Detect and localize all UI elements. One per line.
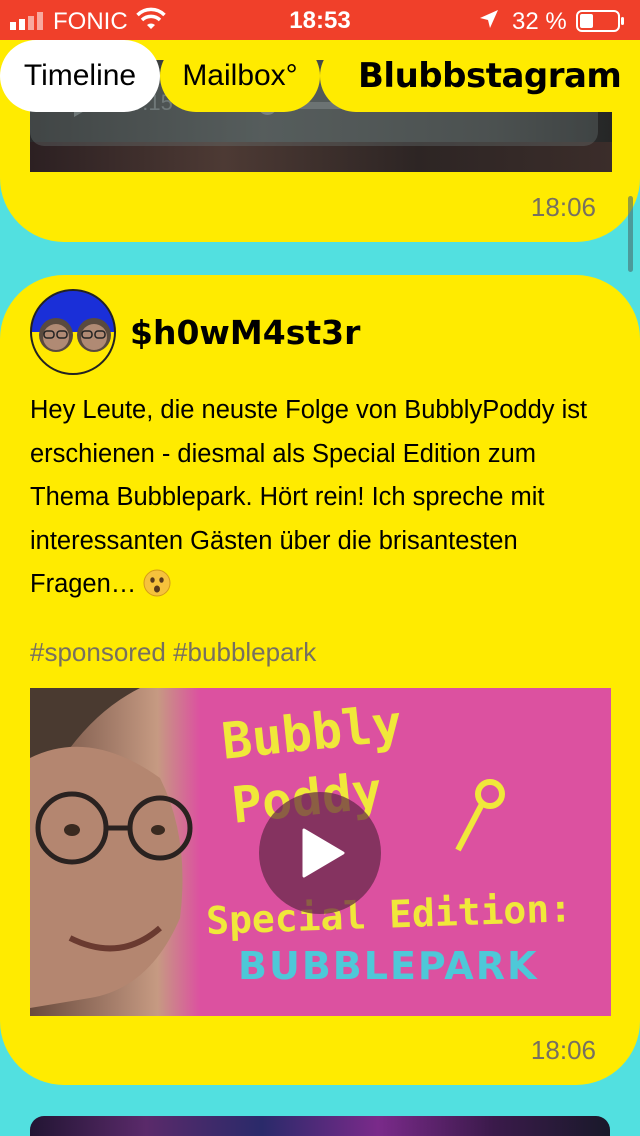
battery-percent: 32 % [512, 8, 567, 35]
video-highlight: BUBBLEPARK [238, 944, 539, 988]
battery-icon [576, 10, 624, 32]
tab-mailbox[interactable]: Mailbox° [160, 40, 320, 112]
post-timestamp: 18:06 [530, 1035, 596, 1065]
post-hashtags[interactable]: #sponsored #bubblepark [30, 637, 316, 668]
status-bar: FONIC 18:53 32 % [0, 0, 640, 40]
avatar-faces-icon [39, 318, 111, 352]
tab-timeline[interactable]: Timeline [0, 40, 160, 112]
post-text: Hey Leute, die neuste Folge von BubblyPo… [30, 396, 588, 598]
person-face-icon [30, 688, 193, 1008]
scroll-indicator [628, 196, 633, 272]
next-post-preview [30, 1116, 610, 1136]
location-arrow-icon [480, 10, 498, 28]
avatar[interactable] [30, 289, 116, 375]
video-play-button[interactable] [259, 792, 381, 914]
author-name[interactable]: $h0wM4st3r [130, 313, 360, 352]
top-nav: Timeline Mailbox° Blubbstagram [0, 40, 640, 112]
bubble-wand-icon [455, 779, 505, 852]
post-timestamp: 18:06 [530, 192, 596, 222]
astonished-face-icon [143, 569, 171, 597]
post-video[interactable]: Bubbly Poddy Special Edition: BUBBLEPARK [30, 688, 611, 1016]
post-card: $h0wM4st3r Hey Leute, die neuste Folge v… [0, 275, 640, 1085]
play-icon [302, 828, 345, 878]
video-subtitle: Special Edition: [205, 886, 573, 943]
video-thumbnail-person [30, 688, 200, 1016]
post-body: Hey Leute, die neuste Folge von BubblyPo… [30, 389, 610, 607]
app-logo: Blubbstagram [320, 40, 640, 112]
